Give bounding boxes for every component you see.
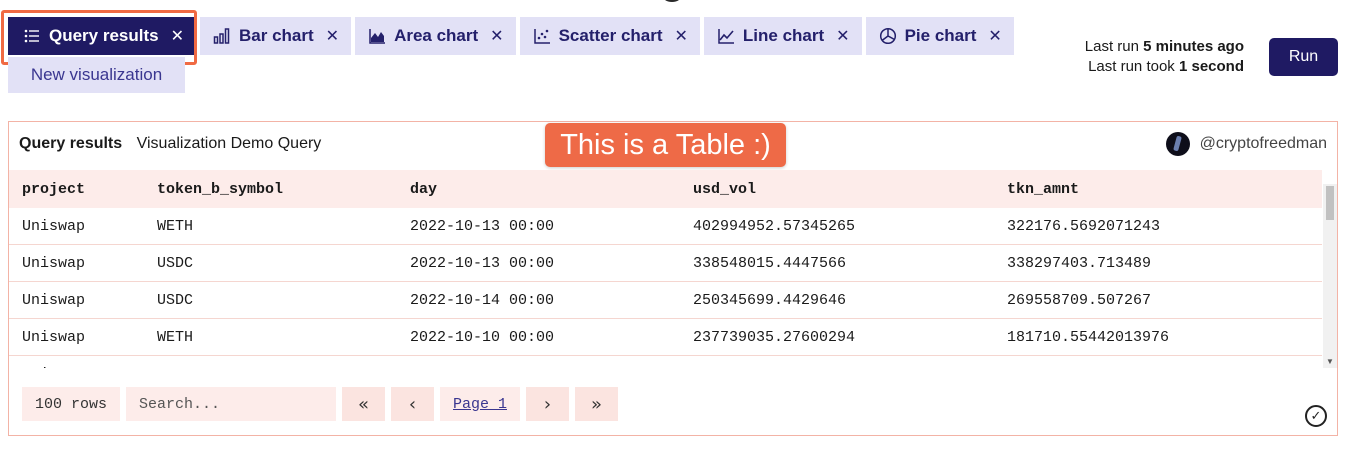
check-circle-icon: ✓ <box>1305 405 1327 427</box>
run-button[interactable]: Run <box>1269 38 1338 76</box>
last-page-icon[interactable]: » <box>575 387 618 421</box>
column-header[interactable]: usd_vol <box>693 170 1007 208</box>
table-cell: 269558709.507267 <box>1007 281 1322 319</box>
table-cell: Uniswap <box>9 281 157 319</box>
table-footer: 100 rows Search... « ‹ Page 1 › » <box>22 387 624 421</box>
table-cell: 2022-10-14 00:00 <box>410 281 693 319</box>
next-page-icon[interactable]: › <box>526 387 569 421</box>
table-cell: WETH <box>157 318 410 356</box>
scatter-chart-icon <box>532 26 552 46</box>
results-panel: Query results Visualization Demo Query T… <box>8 121 1338 436</box>
table-cell: 2022-10-13 00:00 <box>410 244 693 282</box>
tab-scatter-chart[interactable]: Scatter chart ✕ <box>519 17 700 55</box>
query-name: Visualization Demo Query <box>136 135 322 152</box>
table-cell: 338297403.713489 <box>1007 244 1322 282</box>
tab-area-chart[interactable]: Area chart ✕ <box>355 17 516 55</box>
column-header[interactable]: day <box>410 170 693 208</box>
last-run-value: 5 minutes ago <box>1143 38 1244 55</box>
username: @cryptofreedman <box>1199 135 1327 152</box>
table-cell: 338548015.4447566 <box>693 244 1007 282</box>
table-row: Uniswap WETH 2022-10-10 00:00 237739035.… <box>9 318 1322 356</box>
callout-label: This is a Table :) <box>545 123 786 167</box>
prev-page-icon[interactable]: ‹ <box>391 387 434 421</box>
close-icon[interactable]: ✕ <box>490 26 503 46</box>
table-cell: 225432524.401701 <box>1007 355 1322 368</box>
tab-query-results[interactable]: Query results ✕ <box>8 17 197 55</box>
table-cell: WETH <box>157 208 410 245</box>
panel-header: Query results Visualization Demo Query <box>19 135 321 153</box>
table-cell: Uniswap <box>9 208 157 245</box>
table-cell: 402994952.57345265 <box>693 208 1007 245</box>
bar-chart-icon <box>212 26 232 46</box>
table-cell: 225643266.5404416 <box>693 355 1007 368</box>
results-table-wrap: project token_b_symbol day usd_vol tkn_a… <box>9 170 1322 368</box>
tab-label: Line chart <box>742 26 825 45</box>
column-header[interactable]: project <box>9 170 157 208</box>
user-badge[interactable]: @cryptofreedman <box>1165 132 1327 156</box>
close-icon[interactable]: ✕ <box>988 26 1001 46</box>
tab-bar-chart[interactable]: Bar chart ✕ <box>200 17 352 55</box>
table-cell: 2022-10-10 00:00 <box>410 318 693 356</box>
table-cell: 237739035.27600294 <box>693 318 1007 356</box>
line-chart-icon <box>716 26 736 46</box>
run-info: Last run 5 minutes ago Last run took 1 s… <box>1040 37 1244 77</box>
tab-label: Area chart <box>394 26 479 45</box>
table-cell: 2022-10-13 00:00 <box>410 208 693 245</box>
tab-label: Query results <box>49 26 159 45</box>
page-indicator[interactable]: Page 1 <box>440 387 520 421</box>
table-row: Uniswap USDC 2022-10-11 00:00 225643266.… <box>9 355 1322 368</box>
table-cell: Uniswap <box>9 244 157 282</box>
first-page-icon[interactable]: « <box>342 387 385 421</box>
close-icon[interactable]: ✕ <box>171 26 184 46</box>
visualization-tabs: Query results ✕ Bar chart ✕ Area chart ✕… <box>8 17 1018 55</box>
row-count: 100 rows <box>22 387 120 421</box>
table-cell: 250345699.4429646 <box>693 281 1007 319</box>
last-took-prefix: Last run took <box>1088 58 1175 75</box>
tab-label: Scatter chart <box>558 26 663 45</box>
tab-label: Bar chart <box>239 26 314 45</box>
area-chart-icon <box>367 26 387 46</box>
close-icon[interactable]: ✕ <box>326 26 339 46</box>
column-header[interactable]: token_b_symbol <box>157 170 410 208</box>
top-indicator <box>662 0 682 2</box>
pie-chart-icon <box>878 26 898 46</box>
table-cell: 322176.5692071243 <box>1007 208 1322 245</box>
results-table: project token_b_symbol day usd_vol tkn_a… <box>9 170 1322 368</box>
table-cell: USDC <box>157 244 410 282</box>
column-header[interactable]: tkn_amnt <box>1007 170 1322 208</box>
close-icon[interactable]: ✕ <box>675 26 688 46</box>
avatar <box>1165 132 1190 156</box>
table-cell: USDC <box>157 281 410 319</box>
table-cell: 2022-10-11 00:00 <box>410 355 693 368</box>
last-run-prefix: Last run <box>1084 38 1139 55</box>
scrollbar-thumb[interactable] <box>1326 186 1334 220</box>
table-cell: Uniswap <box>9 318 157 356</box>
tab-label: Pie chart <box>904 26 977 45</box>
last-took-value: 1 second <box>1178 58 1244 75</box>
list-icon <box>22 26 42 46</box>
table-row: Uniswap USDC 2022-10-14 00:00 250345699.… <box>9 281 1322 319</box>
table-header-row: project token_b_symbol day usd_vol tkn_a… <box>9 170 1322 208</box>
table-cell: Uniswap <box>9 355 157 368</box>
table-cell: 181710.55442013976 <box>1007 318 1322 356</box>
table-row: Uniswap WETH 2022-10-13 00:00 402994952.… <box>9 208 1322 245</box>
table-cell: USDC <box>157 355 410 368</box>
panel-title: Query results <box>19 135 123 152</box>
tab-pie-chart[interactable]: Pie chart ✕ <box>865 17 1014 55</box>
search-input[interactable]: Search... <box>126 387 336 421</box>
table-row: Uniswap USDC 2022-10-13 00:00 338548015.… <box>9 244 1322 282</box>
close-icon[interactable]: ✕ <box>836 26 849 46</box>
scroll-down-icon[interactable]: ▼ <box>1326 357 1334 366</box>
new-visualization-button[interactable]: New visualization <box>8 57 185 93</box>
tab-line-chart[interactable]: Line chart ✕ <box>703 17 862 55</box>
table-scrollbar[interactable]: ▼ <box>1323 184 1337 368</box>
